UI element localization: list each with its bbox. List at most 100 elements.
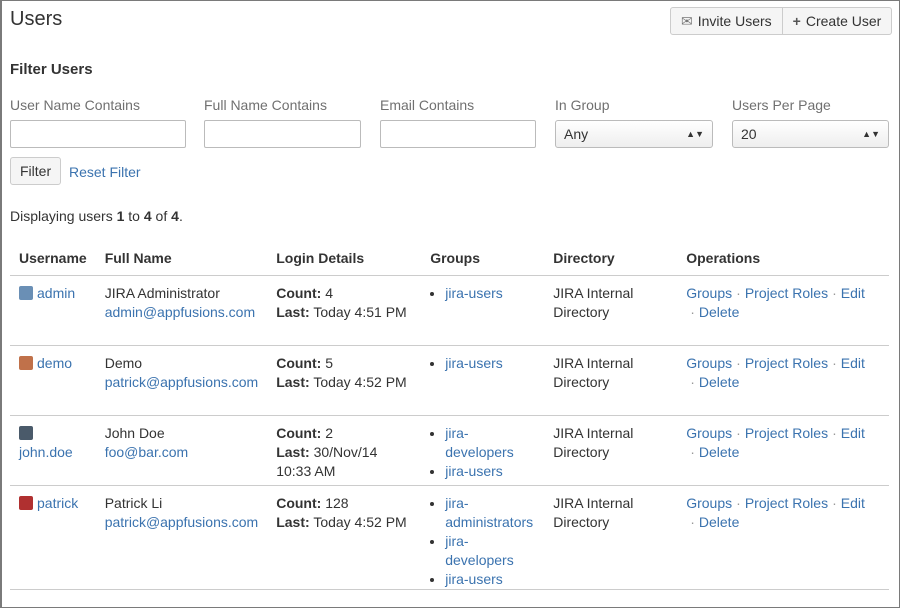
filter-button[interactable]: Filter — [10, 157, 62, 185]
project-roles-link[interactable]: Project Roles — [745, 355, 828, 371]
login-cell: Count: 5 Last: Today 4:52 PM — [267, 345, 422, 416]
fullname-cell: Demo patrick@appfusions.com — [95, 345, 268, 416]
full-name: Demo — [104, 355, 143, 371]
header-actions: ✉ Invite Users + Create User — [670, 7, 893, 35]
operations-cell: Groups · Project Roles · Edit · Delete — [677, 275, 889, 346]
edit-link[interactable]: Edit — [841, 285, 865, 301]
avatar — [19, 356, 33, 370]
avatar — [19, 496, 33, 510]
last-login: Today 4:51 PM — [313, 304, 407, 320]
login-count: 128 — [325, 495, 349, 511]
table-row: patrick Patrick Li patrick@appfusions.com… — [10, 485, 889, 590]
edit-link[interactable]: Edit — [841, 425, 865, 441]
group-link[interactable]: jira-developers — [445, 533, 514, 568]
field-label: User Name Contains — [10, 97, 140, 113]
table-row: demo Demo patrick@appfusions.com Count: 5… — [10, 345, 889, 416]
login-count: 4 — [325, 285, 333, 301]
group-link[interactable]: jira-administrators — [445, 495, 533, 530]
username-link[interactable]: patrick — [37, 495, 78, 511]
col-directory: Directory — [544, 244, 678, 276]
groups-cell: jira-users — [421, 345, 545, 416]
groups-op-link[interactable]: Groups — [686, 285, 732, 301]
field-label: Email Contains — [380, 97, 475, 113]
full-name: JIRA Administrator — [104, 285, 220, 301]
delete-link[interactable]: Delete — [699, 444, 739, 460]
per-page-select[interactable]: 20 ▲▼ — [732, 120, 889, 148]
envelope-icon: ✉ — [681, 13, 693, 29]
group-item: jira-users — [445, 570, 535, 589]
username-link[interactable]: john.doe — [19, 444, 73, 460]
group-item: jira-developers — [445, 424, 535, 462]
login-cell: Count: 2 Last: 30/Nov/14 10:33 AM — [267, 415, 422, 486]
fullname-cell: John Doe foo@bar.com — [95, 415, 268, 486]
email-input[interactable] — [380, 120, 536, 148]
project-roles-link[interactable]: Project Roles — [745, 425, 828, 441]
group-link[interactable]: jira-developers — [445, 425, 514, 460]
directory-cell: JIRA Internal Directory — [544, 275, 678, 346]
table-row: john.doe John Doe foo@bar.com Count: 2 Las… — [10, 415, 889, 486]
field-label: In Group — [555, 97, 610, 113]
username-link[interactable]: admin — [37, 285, 75, 301]
edit-link[interactable]: Edit — [841, 355, 865, 371]
username-link[interactable]: demo — [37, 355, 72, 371]
field-label: Full Name Contains — [204, 97, 327, 113]
directory-cell: JIRA Internal Directory — [544, 345, 678, 416]
full-name: Patrick Li — [104, 495, 163, 511]
invite-users-button[interactable]: ✉ Invite Users — [671, 8, 782, 34]
group-item: jira-users — [445, 462, 535, 481]
avatar — [19, 426, 33, 440]
groups-op-link[interactable]: Groups — [686, 355, 732, 371]
fullname-filter: Full Name Contains — [204, 97, 361, 148]
group-link[interactable]: jira-users — [445, 463, 503, 479]
group-item: jira-users — [445, 284, 535, 303]
groups-cell: jira-administratorsjira-developers jira-u… — [421, 485, 545, 590]
login-cell: Count: 128 Last: Today 4:52 PM — [267, 485, 422, 590]
login-count: 5 — [325, 355, 333, 371]
email-link[interactable]: patrick@appfusions.com — [105, 374, 259, 390]
email-link[interactable]: patrick@appfusions.com — [105, 514, 259, 530]
last-login: Today 4:52 PM — [313, 514, 407, 530]
delete-link[interactable]: Delete — [699, 374, 739, 390]
groups-op-link[interactable]: Groups — [686, 495, 732, 511]
email-link[interactable]: admin@appfusions.com — [105, 304, 255, 320]
group-filter: In Group Any ▲▼ — [555, 97, 713, 148]
delete-link[interactable]: Delete — [699, 304, 739, 320]
select-arrows-icon: ▲▼ — [862, 129, 880, 139]
group-select[interactable]: Any ▲▼ — [555, 120, 713, 148]
field-label: Users Per Page — [732, 97, 831, 113]
fullname-cell: Patrick Li patrick@appfusions.com — [95, 485, 268, 590]
operations-cell: Groups · Project Roles · Edit · Delete — [677, 415, 889, 486]
username-cell: john.doe — [10, 415, 96, 486]
select-arrows-icon: ▲▼ — [686, 129, 704, 139]
col-login-details: Login Details — [267, 244, 422, 276]
edit-link[interactable]: Edit — [841, 495, 865, 511]
username-cell: patrick — [10, 485, 96, 590]
page-title: Users — [10, 8, 63, 30]
table-row: admin JIRA Administrator admin@appfusions… — [10, 275, 889, 346]
fullname-input[interactable] — [204, 120, 361, 148]
login-cell: Count: 4 Last: Today 4:51 PM — [267, 275, 422, 346]
create-user-button[interactable]: + Create User — [781, 8, 892, 34]
group-link[interactable]: jira-users — [445, 355, 503, 371]
directory-cell: JIRA Internal Directory — [544, 415, 678, 486]
delete-link[interactable]: Delete — [699, 514, 739, 530]
project-roles-link[interactable]: Project Roles — [745, 285, 828, 301]
project-roles-link[interactable]: Project Roles — [745, 495, 828, 511]
username-cell: demo — [10, 345, 96, 416]
col-username: Username — [10, 244, 96, 276]
per-page-filter: Users Per Page 20 ▲▼ — [732, 97, 889, 148]
group-link[interactable]: jira-users — [445, 571, 503, 587]
plus-icon: + — [792, 13, 801, 29]
group-link[interactable]: jira-users — [445, 285, 503, 301]
login-count: 2 — [325, 425, 333, 441]
last-login: Today 4:52 PM — [313, 374, 407, 390]
email-link[interactable]: foo@bar.com — [105, 444, 188, 460]
col-groups: Groups — [421, 244, 545, 276]
group-item: jira-developers — [445, 532, 535, 570]
users-table: Username Full Name Login Details Groups … — [10, 244, 889, 590]
groups-op-link[interactable]: Groups — [686, 425, 732, 441]
filter-heading: Filter Users — [10, 61, 93, 78]
reset-filter-link[interactable]: Reset Filter — [69, 164, 141, 180]
group-item: jira-administrators — [445, 494, 535, 532]
username-input[interactable] — [10, 120, 186, 148]
